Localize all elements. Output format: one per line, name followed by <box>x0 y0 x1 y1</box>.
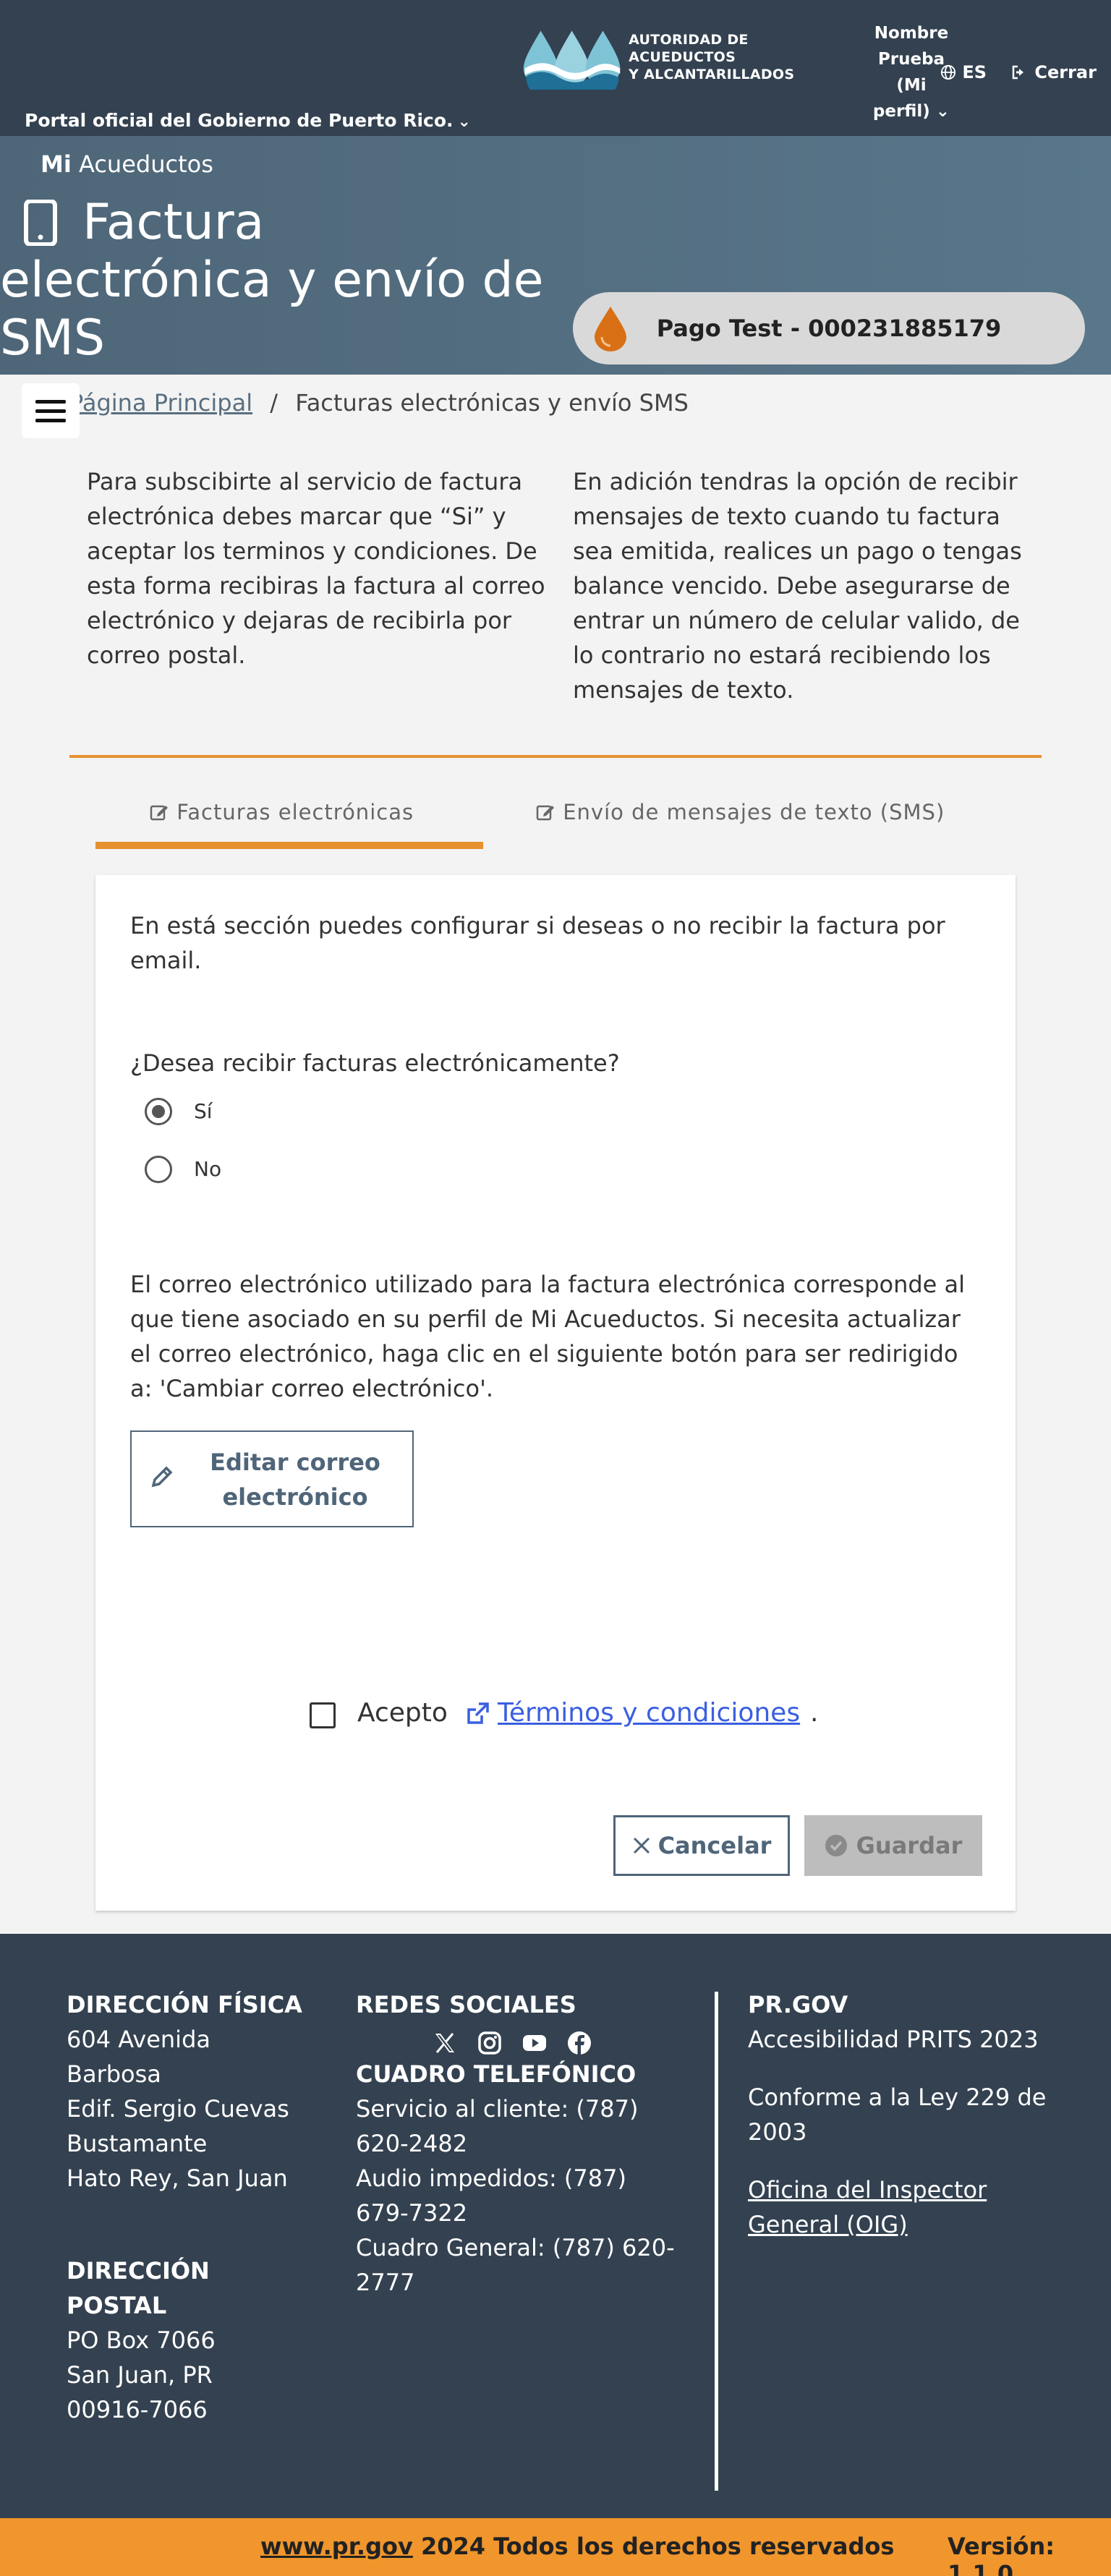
breadcrumb-home-link[interactable]: Página Principal <box>69 389 252 417</box>
accept-terms-checkbox[interactable] <box>310 1702 336 1728</box>
chevron-down-icon: ⌄ <box>457 113 471 131</box>
hamburger-icon-bar <box>35 418 66 422</box>
radio-no-label: No <box>194 1157 222 1181</box>
footer-divider <box>715 1992 718 2491</box>
section-description: En está sección puedes configurar si des… <box>130 912 945 974</box>
hamburger-icon-bar <box>35 409 66 413</box>
oig-link[interactable]: Oficina del Inspector <box>748 2172 1081 2207</box>
social-links <box>431 2029 593 2057</box>
copyright-bar: www.pr.gov 2024 Todos los derechos reser… <box>0 2518 1111 2576</box>
chevron-down-icon: ⌄ <box>929 102 950 121</box>
hamburger-icon-bar <box>35 399 66 404</box>
terms-link[interactable]: Términos y condiciones <box>498 1698 800 1728</box>
facebook-icon[interactable] <box>566 2029 593 2057</box>
radio-si[interactable] <box>145 1098 172 1125</box>
intro-ebill-text: Para subscibirte al servicio de factura … <box>87 468 545 669</box>
account-selector[interactable]: Pago Test - 000231885179 <box>573 292 1085 364</box>
x-icon[interactable] <box>431 2029 459 2057</box>
logo-text: AUTORIDAD DE ACUEDUCTOS Y ALCANTARILLADO… <box>629 32 795 82</box>
language-selector[interactable]: ES <box>940 62 987 82</box>
logout-icon <box>1012 65 1023 80</box>
water-drops-icon <box>523 30 621 90</box>
logout-button[interactable]: Cerrar <box>1011 62 1097 82</box>
ebill-question: ¿Desea recibir facturas electrónicamente… <box>130 1049 620 1077</box>
breadcrumb-separator: / <box>270 389 278 417</box>
ebill-settings-card: En está sección puedes configurar si des… <box>95 875 1016 1911</box>
section-divider <box>69 755 1042 758</box>
footer-prgov: PR.GOV Accesibilidad PRITS 2023 Conforme… <box>748 1987 1081 2242</box>
copyright-text: www.pr.gov 2024 Todos los derechos reser… <box>260 2533 895 2560</box>
breadcrumb-current: Facturas electrónicas y envío SMS <box>295 389 689 417</box>
active-tab-indicator <box>95 842 483 849</box>
page-title: Factura electrónica y envío de SMS <box>0 194 544 367</box>
gov-portal-link[interactable]: Portal oficial del Gobierno de Puerto Ri… <box>25 110 471 131</box>
footer-postal: DIRECCIÓN POSTAL PO Box 7066 San Juan, P… <box>67 2257 216 2423</box>
aaa-logo[interactable]: AUTORIDAD DE ACUEDUCTOS Y ALCANTARILLADO… <box>522 25 840 90</box>
pencil-icon <box>151 1466 173 1488</box>
edit-email-button[interactable]: Editar correo electrónico <box>130 1430 414 1527</box>
footer-phones: CUADRO TELEFÓNICO Servicio al cliente: (… <box>356 2060 675 2296</box>
oig-link-line2[interactable]: General (OIG) <box>748 2207 1081 2242</box>
page-hero: Mi Acueductos Factura electrónica y enví… <box>0 136 1111 375</box>
water-drop-icon <box>595 307 626 351</box>
external-link-icon <box>467 1702 489 1724</box>
breadcrumb: Página Principal / Facturas electrónicas… <box>69 389 689 417</box>
close-icon <box>633 1837 650 1854</box>
email-note: El correo electrónico utilizado para la … <box>130 1271 966 1402</box>
footer-address: DIRECCIÓN FÍSICA 604 Avenida Barbosa Edi… <box>67 1991 302 2192</box>
terms-period: . <box>810 1698 819 1728</box>
accessibility-link[interactable]: Accesibilidad PRITS 2023 <box>748 2022 1081 2057</box>
version-label: Versión: 1.1.0 <box>948 2533 1055 2576</box>
edit-icon <box>536 805 554 821</box>
tab-envio-sms[interactable]: Envío de mensajes de texto (SMS) <box>535 800 945 824</box>
cancel-button[interactable]: Cancelar <box>613 1815 790 1876</box>
intro-sms-text: En adición tendras la opción de recibir … <box>573 468 1022 704</box>
top-header: AUTORIDAD DE ACUEDUCTOS Y ALCANTARILLADO… <box>0 0 1111 136</box>
instagram-icon[interactable] <box>476 2029 503 2057</box>
radio-si-label: Sí <box>194 1099 213 1123</box>
accept-label: Acepto <box>357 1698 448 1728</box>
check-circle-icon <box>825 1835 847 1856</box>
site-footer: DIRECCIÓN FÍSICA 604 Avenida Barbosa Edi… <box>0 1934 1111 2518</box>
app-name: Mi Acueductos <box>41 150 213 178</box>
hamburger-menu-button[interactable] <box>22 383 80 438</box>
footer-social: REDES SOCIALES <box>356 1991 576 2018</box>
tab-facturas-electronicas[interactable]: Facturas electrónicas <box>149 800 414 824</box>
radio-no[interactable] <box>145 1156 172 1183</box>
prgov-link[interactable]: www.pr.gov <box>260 2533 413 2560</box>
youtube-icon[interactable] <box>521 2029 548 2057</box>
save-button[interactable]: Guardar <box>804 1815 982 1876</box>
edit-icon <box>150 805 168 821</box>
globe-icon <box>940 64 956 80</box>
